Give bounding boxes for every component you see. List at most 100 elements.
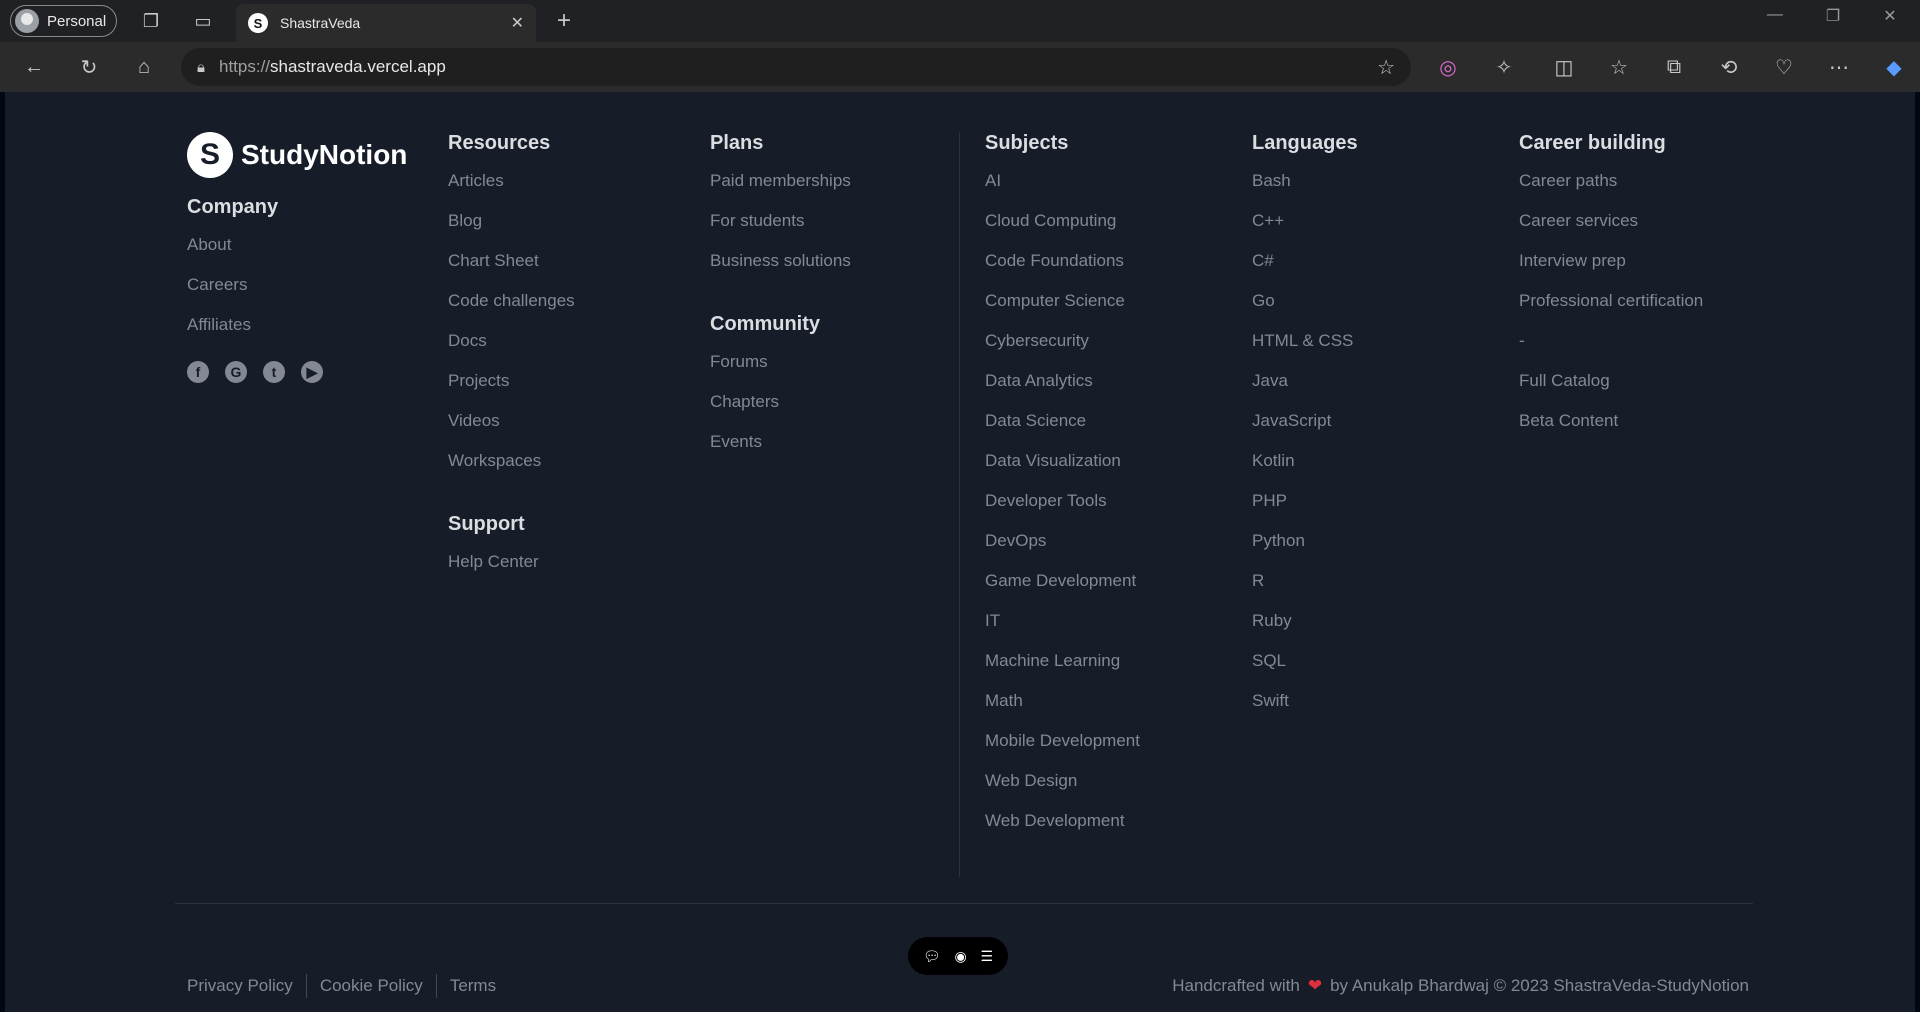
back-icon[interactable]: ← [18,51,50,83]
plans-heading: Plans [710,132,764,154]
languages-link[interactable]: C# [1252,251,1358,291]
favorites-icon[interactable]: ☆ [1603,51,1635,83]
subjects-link[interactable]: Developer Tools [985,491,1140,531]
resources-link[interactable]: Articles [448,171,575,211]
resources-heading: Resources [448,132,551,154]
languages-link[interactable]: Ruby [1252,611,1358,651]
languages-link[interactable]: Python [1252,531,1358,571]
cookie-policy-link[interactable]: Cookie Policy [307,974,437,998]
career-link[interactable]: Full Catalog [1519,371,1703,411]
languages-link[interactable]: JavaScript [1252,411,1358,451]
subjects-link[interactable]: Data Analytics [985,371,1140,411]
company-link[interactable]: Affiliates [187,315,407,355]
plans-link[interactable]: For students [710,211,851,251]
career-link[interactable]: Career services [1519,211,1703,251]
career-link[interactable]: Professional certification [1519,291,1703,331]
workspaces-icon[interactable]: ❐ [135,5,167,37]
career-link[interactable]: Career paths [1519,171,1703,211]
plans-link[interactable]: Business solutions [710,251,851,291]
tab-favicon: S [248,13,268,33]
subjects-link[interactable]: AI [985,171,1140,211]
languages-link[interactable]: PHP [1252,491,1358,531]
copilot-ring-icon[interactable]: ◎ [1432,51,1464,83]
community-link[interactable]: Events [710,432,851,472]
resources-link[interactable]: Chart Sheet [448,251,575,291]
performance-icon[interactable]: ♡ [1768,51,1800,83]
refresh-icon[interactable]: ↻ [73,51,105,83]
resources-link[interactable]: Blog [448,211,575,251]
studynotion-logo[interactable]: S StudyNotion [187,132,407,178]
window-close-icon[interactable]: ✕ [1870,6,1910,26]
subjects-link[interactable]: IT [985,611,1140,651]
subjects-link[interactable]: Web Development [985,811,1140,851]
languages-link[interactable]: R [1252,571,1358,611]
subjects-link[interactable]: Computer Science [985,291,1140,331]
subjects-link[interactable]: Data Visualization [985,451,1140,491]
resources-link[interactable]: Code challenges [448,291,575,331]
languages-link[interactable]: C++ [1252,211,1358,251]
languages-link[interactable]: HTML & CSS [1252,331,1358,371]
support-link[interactable]: Help Center [448,552,575,592]
copilot-icon[interactable]: ◆ [1878,51,1910,83]
languages-link[interactable]: Swift [1252,691,1358,731]
more-icon[interactable]: ⋯ [1823,51,1855,83]
languages-link[interactable]: Go [1252,291,1358,331]
tab-actions-icon[interactable]: ▭ [187,5,219,37]
split-screen-icon[interactable]: ◫ [1548,51,1580,83]
chat-icon[interactable]: 💬︎ [923,948,941,965]
subjects-link[interactable]: DevOps [985,531,1140,571]
company-link[interactable]: About [187,235,407,275]
privacy-policy-link[interactable]: Privacy Policy [187,974,307,998]
career-link[interactable]: Interview prep [1519,251,1703,291]
subjects-link[interactable]: Cybersecurity [985,331,1140,371]
subjects-link[interactable]: Code Foundations [985,251,1140,291]
resources-link[interactable]: Projects [448,371,575,411]
company-heading: Company [187,196,279,218]
terms-link[interactable]: Terms [437,974,509,998]
subjects-link[interactable]: Data Science [985,411,1140,451]
home-icon[interactable]: ⌂ [128,51,160,83]
languages-link[interactable]: SQL [1252,651,1358,691]
resources-link[interactable]: Docs [448,331,575,371]
languages-heading: Languages [1252,132,1358,154]
career-links: Career paths Career services Interview p… [1519,171,1703,451]
subjects-link[interactable]: Cloud Computing [985,211,1140,251]
close-tab-icon[interactable]: ✕ [511,13,524,33]
logo-mark: S [187,132,233,178]
address-bar[interactable]: 🔒︎ https:// shastraveda.vercel.app ☆ [181,48,1411,86]
subjects-link[interactable]: Machine Learning [985,651,1140,691]
career-link[interactable]: Beta Content [1519,411,1703,451]
new-tab-icon[interactable]: + [548,5,580,37]
company-link[interactable]: Careers [187,275,407,315]
twitter-icon[interactable]: t [263,361,285,383]
lock-icon[interactable]: 🔒︎ [197,59,205,76]
collections-icon[interactable]: ⧉ [1658,51,1690,83]
profile-button[interactable]: Personal [10,5,118,37]
languages-link[interactable]: Java [1252,371,1358,411]
plans-link[interactable]: Paid memberships [710,171,851,211]
eye-icon[interactable]: ◉ [955,948,967,965]
languages-link[interactable]: Bash [1252,171,1358,211]
favorite-star-icon[interactable]: ☆ [1377,55,1395,80]
facebook-icon[interactable]: f [187,361,209,383]
subjects-link[interactable]: Mobile Development [985,731,1140,771]
subjects-link[interactable]: Game Development [985,571,1140,611]
tab-shastraveda[interactable]: S ShastraVeda ✕ [236,4,536,42]
subjects-link[interactable]: Web Design [985,771,1140,811]
languages-column: Languages Bash C++ C# Go HTML & CSS Java… [1252,132,1358,731]
community-link[interactable]: Chapters [710,392,851,432]
resources-link[interactable]: Videos [448,411,575,451]
youtube-icon[interactable]: ▶ [301,361,323,383]
languages-link[interactable]: Kotlin [1252,451,1358,491]
subjects-link[interactable]: Math [985,691,1140,731]
languages-links: Bash C++ C# Go HTML & CSS Java JavaScrip… [1252,171,1358,731]
menu-icon[interactable]: ☰ [981,948,994,965]
resources-link[interactable]: Workspaces [448,451,575,491]
extensions-icon[interactable]: ✧ [1488,51,1520,83]
history-icon[interactable]: ⟲ [1713,51,1745,83]
google-icon[interactable]: G [225,361,247,383]
community-link[interactable]: Forums [710,352,851,392]
minimize-icon[interactable]: — [1755,6,1795,24]
restore-icon[interactable]: ❐ [1813,6,1853,26]
url-host: shastraveda.vercel.app [270,57,446,76]
